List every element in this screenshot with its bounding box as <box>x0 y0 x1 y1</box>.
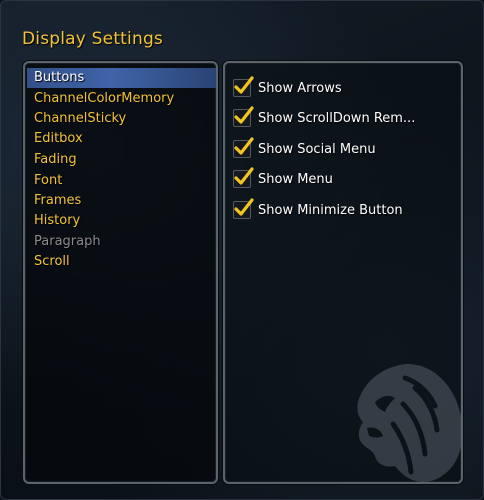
lion-head-icon <box>357 364 461 482</box>
checkbox[interactable] <box>233 198 254 219</box>
option-show-minimize-button[interactable]: Show Minimize Button <box>233 198 458 221</box>
checkmark-icon <box>234 137 254 155</box>
display-settings-window: Display Settings Buttons ChannelColorMem… <box>0 0 484 500</box>
checkbox[interactable] <box>233 76 254 97</box>
option-label: Show ScrollDown Rem... <box>258 110 416 126</box>
checkbox[interactable] <box>233 167 254 188</box>
option-label: Show Menu <box>258 171 333 187</box>
checkbox[interactable] <box>233 106 254 127</box>
checkmark-icon <box>234 198 254 216</box>
category-item-paragraph: Paragraph <box>34 234 101 249</box>
checkmark-icon <box>234 76 254 94</box>
options-panel: Show Arrows Show ScrollDown Rem... Show … <box>223 61 463 484</box>
option-show-menu[interactable]: Show Menu <box>233 167 458 190</box>
category-item-history[interactable]: History <box>27 211 216 231</box>
window-title: Display Settings <box>22 29 163 49</box>
option-label: Show Minimize Button <box>258 202 403 218</box>
option-label: Show Social Menu <box>258 141 376 157</box>
option-show-arrows[interactable]: Show Arrows <box>233 76 458 99</box>
category-item-font[interactable]: Font <box>27 171 216 191</box>
checkmark-icon <box>234 167 254 185</box>
category-item-buttons[interactable]: Buttons <box>27 68 216 88</box>
category-list: Buttons ChannelColorMemory ChannelSticky… <box>23 61 218 484</box>
checkmark-icon <box>234 106 254 124</box>
category-item-scroll[interactable]: Scroll <box>27 252 216 272</box>
option-show-social-menu[interactable]: Show Social Menu <box>233 137 458 160</box>
category-item-channelcolormemory[interactable]: ChannelColorMemory <box>27 89 216 109</box>
category-item-frames[interactable]: Frames <box>27 191 216 211</box>
category-item-editbox[interactable]: Editbox <box>27 129 216 149</box>
option-label: Show Arrows <box>258 80 342 96</box>
checkbox[interactable] <box>233 137 254 158</box>
category-item-fading[interactable]: Fading <box>27 150 216 170</box>
option-show-scrolldown-reminder[interactable]: Show ScrollDown Rem... <box>233 106 458 129</box>
category-item-channelsticky[interactable]: ChannelSticky <box>27 109 216 129</box>
